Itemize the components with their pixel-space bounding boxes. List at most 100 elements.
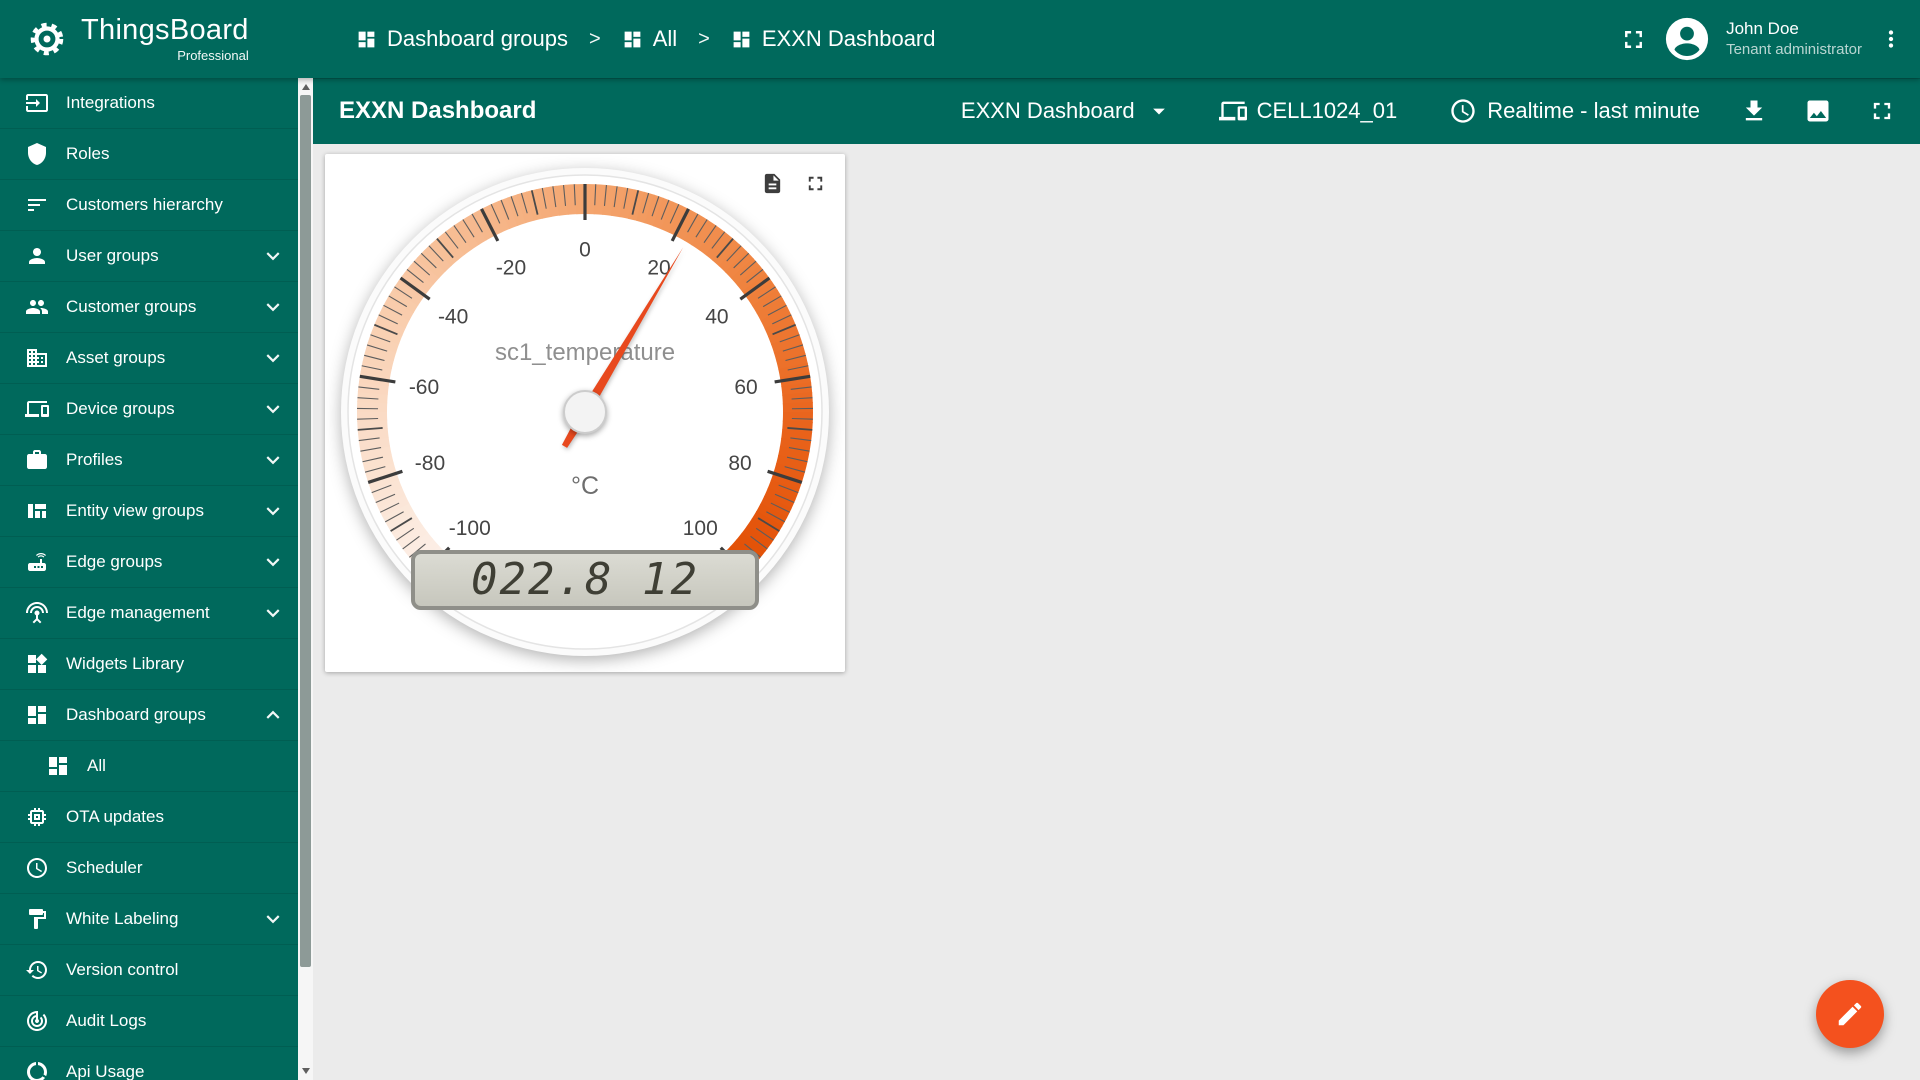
user-avatar[interactable] xyxy=(1664,16,1710,62)
chevron-down-icon xyxy=(260,447,286,473)
sidebar-scrollbar[interactable] xyxy=(298,78,313,1080)
radial-gauge: -100-80-60-40-20020406080100sc1_temperat… xyxy=(325,154,845,672)
dashboard-content: -100-80-60-40-20020406080100sc1_temperat… xyxy=(313,144,1920,1080)
sidebar-item-profiles[interactable]: Profiles xyxy=(0,435,298,486)
entity-alias-label: CELL1024_01 xyxy=(1257,98,1398,124)
sidebar-item-api-usage[interactable]: Api Usage xyxy=(0,1047,298,1080)
sidebar-item-asset-groups[interactable]: Asset groups xyxy=(0,333,298,384)
sidebar-item-ota-updates[interactable]: OTA updates xyxy=(0,792,298,843)
chevron-down-icon xyxy=(260,294,286,320)
svg-text:80: 80 xyxy=(728,452,751,475)
sidebar-item-label: Audit Logs xyxy=(66,1011,146,1031)
breadcrumb-item-dashboard-groups[interactable]: Dashboard groups xyxy=(356,26,568,52)
sidebar-item-entity-view-groups[interactable]: Entity view groups xyxy=(0,486,298,537)
sidebar-item-label: All xyxy=(87,756,106,776)
sidebar-item-label: Widgets Library xyxy=(66,654,184,674)
chevron-down-icon xyxy=(260,498,286,524)
brand-name: ThingsBoard xyxy=(81,16,249,45)
svg-text:-100: -100 xyxy=(449,517,491,540)
breadcrumb-item-all[interactable]: All xyxy=(622,26,677,52)
scrollbar-thumb[interactable] xyxy=(300,95,311,967)
svg-text:100: 100 xyxy=(683,517,718,540)
sidebar-item-label: Integrations xyxy=(66,93,155,113)
shield-icon xyxy=(25,142,49,166)
sidebar-item-edge-groups[interactable]: Edge groups xyxy=(0,537,298,588)
sidebar-item-widgets-library[interactable]: Widgets Library xyxy=(0,639,298,690)
scrollbar-up-arrow[interactable] xyxy=(298,79,313,95)
download-icon[interactable] xyxy=(1740,97,1768,125)
sidebar-item-label: Api Usage xyxy=(66,1062,144,1080)
edit-dashboard-fab[interactable] xyxy=(1816,980,1884,1048)
user-role: Tenant administrator xyxy=(1726,40,1862,60)
sidebar-item-label: Device groups xyxy=(66,399,175,419)
sidebar-item-label: Entity view groups xyxy=(66,501,204,521)
widgets-icon xyxy=(25,652,49,676)
breadcrumb-label: Dashboard groups xyxy=(387,26,568,52)
view-grid-icon xyxy=(25,499,49,523)
top-header: ThingsBoard Professional Dashboard group… xyxy=(0,0,1920,78)
building-icon xyxy=(25,346,49,370)
sidebar-item-label: OTA updates xyxy=(66,807,164,827)
svg-text:°C: °C xyxy=(571,472,599,500)
thingsboard-gear-icon xyxy=(26,18,68,60)
dashboard-state-select[interactable]: EXXN Dashboard xyxy=(961,97,1173,125)
breadcrumb-separator: > xyxy=(589,28,601,51)
sidebar-item-version-control[interactable]: Version control xyxy=(0,945,298,996)
header-actions: John Doe Tenant administrator xyxy=(1619,16,1920,62)
breadcrumb-item-exxn-dashboard[interactable]: EXXN Dashboard xyxy=(731,26,936,52)
sidebar-item-device-groups[interactable]: Device groups xyxy=(0,384,298,435)
breadcrumb-label: EXXN Dashboard xyxy=(762,26,936,52)
chevron-down-icon xyxy=(260,600,286,626)
entity-alias-select[interactable]: CELL1024_01 xyxy=(1219,97,1398,125)
arrow-drop-down-icon xyxy=(1145,97,1173,125)
sidebar: Integrations Roles Customers hierarchy User… xyxy=(0,78,298,1080)
chevron-down-icon xyxy=(260,906,286,932)
user-info[interactable]: John Doe Tenant administrator xyxy=(1726,18,1862,60)
timewindow-label: Realtime - last minute xyxy=(1487,98,1700,124)
fullscreen-icon[interactable] xyxy=(1868,97,1896,125)
person-icon xyxy=(25,244,49,268)
sidebar-item-dashboard-groups[interactable]: Dashboard groups xyxy=(0,690,298,741)
sidebar-item-edge-management[interactable]: Edge management xyxy=(0,588,298,639)
chevron-down-icon xyxy=(260,345,286,371)
sidebar-item-user-groups[interactable]: User groups xyxy=(0,231,298,282)
breadcrumb-separator: > xyxy=(698,28,710,51)
sidebar-item-label: Customers hierarchy xyxy=(66,195,223,215)
sidebar-item-label: Dashboard groups xyxy=(66,705,206,725)
sidebar-item-scheduler[interactable]: Scheduler xyxy=(0,843,298,894)
fullscreen-icon[interactable] xyxy=(1619,25,1648,54)
image-icon[interactable] xyxy=(1804,97,1832,125)
svg-text:sc1_temperature: sc1_temperature xyxy=(495,339,675,366)
integrations-icon xyxy=(25,91,49,115)
more-vert-icon[interactable] xyxy=(1878,26,1904,52)
sidebar-item-audit-logs[interactable]: Audit Logs xyxy=(0,996,298,1047)
sidebar-item-customer-groups[interactable]: Customer groups xyxy=(0,282,298,333)
thingsboard-logo[interactable]: ThingsBoard Professional xyxy=(0,16,298,62)
svg-text:0: 0 xyxy=(579,239,591,262)
expand-icon[interactable] xyxy=(804,172,827,195)
breadcrumb: Dashboard groups > All > EXXN Dashboard xyxy=(356,26,936,52)
timewindow-select[interactable]: Realtime - last minute xyxy=(1449,97,1700,125)
devices-icon xyxy=(25,397,49,421)
sidebar-item-white-labeling[interactable]: White Labeling xyxy=(0,894,298,945)
temperature-gauge-widget[interactable]: -100-80-60-40-20020406080100sc1_temperat… xyxy=(325,154,845,672)
scrollbar-down-arrow[interactable] xyxy=(298,1063,313,1079)
router-icon xyxy=(25,550,49,574)
export-icon[interactable] xyxy=(761,172,784,195)
sidebar-item-integrations[interactable]: Integrations xyxy=(0,78,298,129)
sidebar-item-label: Scheduler xyxy=(66,858,143,878)
svg-text:022.8 12: 022.8 12 xyxy=(471,554,699,605)
chevron-up-icon xyxy=(260,702,286,728)
people-icon xyxy=(25,295,49,319)
sidebar-item-all[interactable]: All xyxy=(0,741,298,792)
svg-text:20: 20 xyxy=(647,256,670,279)
sidebar-item-customers-hierarchy[interactable]: Customers hierarchy xyxy=(0,180,298,231)
state-select-label: EXXN Dashboard xyxy=(961,98,1135,124)
chip-icon xyxy=(25,805,49,829)
svg-text:60: 60 xyxy=(734,376,757,399)
dashboards-icon xyxy=(25,703,49,727)
user-name: John Doe xyxy=(1726,18,1862,40)
sidebar-item-label: User groups xyxy=(66,246,159,266)
sidebar-item-roles[interactable]: Roles xyxy=(0,129,298,180)
history-icon xyxy=(25,958,49,982)
